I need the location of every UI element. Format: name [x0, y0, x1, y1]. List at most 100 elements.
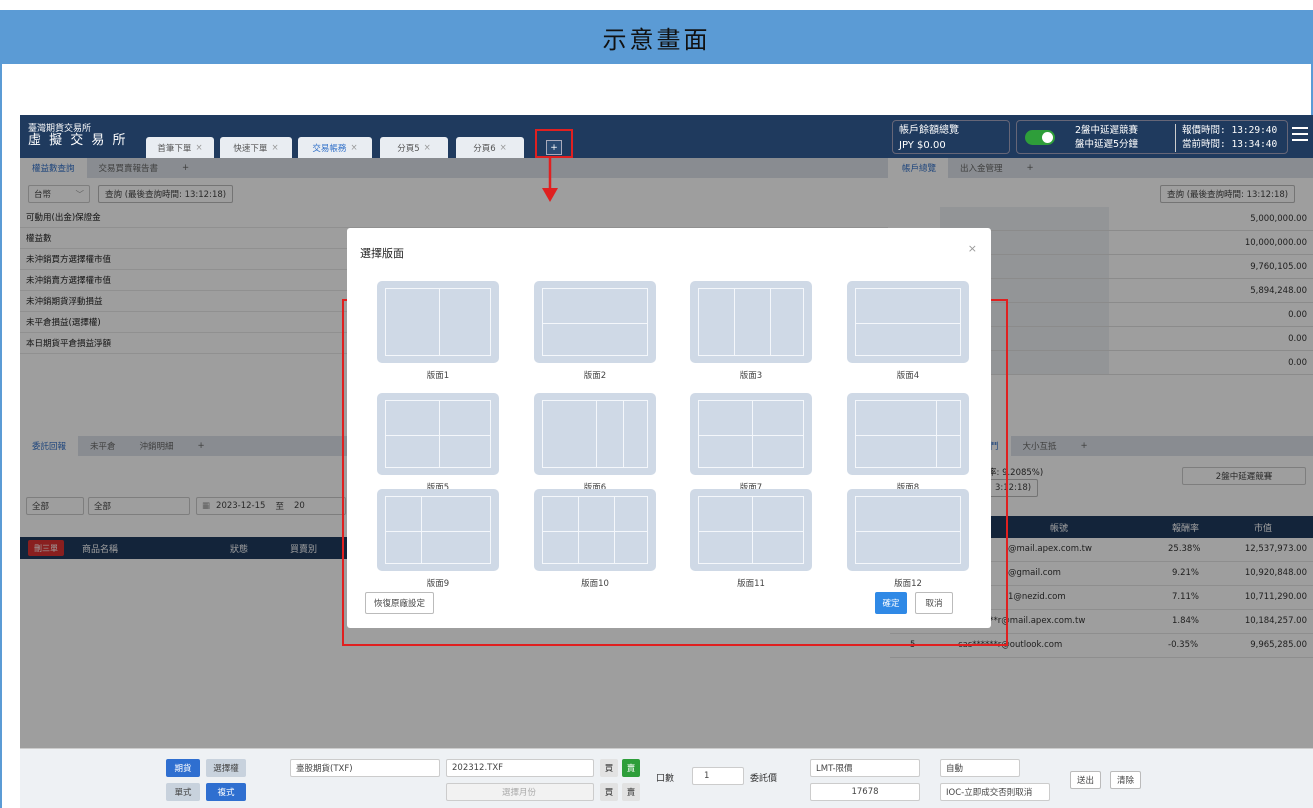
page-tab-label: 快速下單 — [233, 143, 268, 154]
close-icon[interactable]: × — [350, 143, 357, 153]
price-input[interactable]: 17678 — [810, 783, 920, 801]
sell-button[interactable]: 賣 — [622, 759, 640, 777]
layout-option-7[interactable] — [690, 393, 812, 475]
layout-preview — [855, 400, 961, 468]
app-window: 臺灣期貨交易所 虛 擬 交 易 所 首筆下單 × 快速下單 × 交易帳務 × 分頁5 ×… — [20, 115, 1313, 808]
product-select[interactable]: 臺股期貨(TXF) — [290, 759, 440, 777]
layout-option-2[interactable] — [534, 281, 656, 363]
layout-option-12[interactable] — [847, 489, 969, 571]
layout-preview — [698, 400, 804, 468]
layout-divider — [699, 435, 803, 436]
layout-option-10[interactable] — [534, 489, 656, 571]
layout-divider — [856, 531, 960, 532]
page-tab-1[interactable]: 首筆下單 × — [146, 137, 214, 158]
layout-option-3[interactable] — [690, 281, 812, 363]
layout-option-5[interactable] — [377, 393, 499, 475]
delay-minutes: 盤中延遲5分鐘 — [1075, 139, 1139, 150]
layout-preview — [855, 496, 961, 564]
page-tab-label: 分頁5 — [397, 143, 420, 154]
close-icon[interactable]: × — [500, 143, 507, 153]
delay-info: 2盤中延遲競賽 盤中延遲5分鐘 — [1075, 124, 1138, 152]
layout-divider — [856, 435, 960, 436]
price-label: 委託價 — [750, 774, 778, 784]
close-icon[interactable]: × — [271, 143, 278, 153]
close-icon[interactable]: × — [968, 242, 977, 255]
futures-button[interactable]: 期貨 — [166, 759, 200, 777]
account-balance: 帳戶餘額總覽 JPY $0.00 — [892, 120, 1010, 154]
layout-divider — [386, 531, 490, 532]
account-title: 帳戶餘額總覽 — [899, 125, 959, 136]
layout-option-4[interactable] — [847, 281, 969, 363]
qty-input[interactable]: 1 — [692, 767, 744, 785]
layout-preview — [385, 288, 491, 356]
layout-preview — [542, 288, 648, 356]
layout-label: 版面11 — [737, 579, 765, 589]
quote-time: 13:29:40 — [1231, 125, 1278, 136]
reset-button[interactable]: 恢復原廠設定 — [365, 592, 435, 614]
page-tab-label: 首筆下單 — [157, 143, 192, 154]
logo-line2: 虛 擬 交 易 所 — [28, 133, 128, 148]
layout-preview — [698, 288, 804, 356]
layout-label: 版面12 — [894, 579, 922, 589]
order-type-select[interactable]: LMT-限價 — [810, 759, 920, 777]
auto-value: 自動 — [946, 764, 964, 774]
delay-toggle[interactable] — [1025, 130, 1055, 145]
time-info: 報價時間: 13:29:40 當前時間: 13:34:40 — [1175, 124, 1277, 152]
order-bar: 期貨 選擇權 單式 複式 臺股期貨(TXF) 202312.TXF 選擇月份 買… — [20, 748, 1313, 808]
buy-button[interactable]: 買 — [600, 759, 618, 777]
layout-divider — [543, 531, 647, 532]
order-type-value: LMT-限價 — [816, 764, 853, 774]
close-icon[interactable]: × — [195, 143, 202, 153]
price-value: 17678 — [851, 787, 879, 797]
layout-divider — [614, 497, 615, 563]
layout-option-6[interactable] — [534, 393, 656, 475]
layout-divider — [439, 289, 440, 355]
single-button[interactable]: 單式 — [166, 783, 200, 801]
page-tab-2[interactable]: 快速下單 × — [220, 137, 292, 158]
layout-preview — [542, 496, 648, 564]
layout-label: 版面2 — [583, 371, 607, 381]
page-tab-5[interactable]: 分頁6 × — [456, 137, 524, 158]
banner-title: 示意畫面 — [0, 10, 1313, 64]
layout-divider — [699, 531, 803, 532]
layout-divider — [439, 401, 440, 467]
page-tab-4[interactable]: 分頁5 × — [380, 137, 448, 158]
layout-label: 版面10 — [581, 579, 609, 589]
auto-select[interactable]: 自動 — [940, 759, 1020, 777]
confirm-button[interactable]: 確定 — [875, 592, 907, 614]
sell-button-2[interactable]: 賣 — [622, 783, 640, 801]
combo-button[interactable]: 複式 — [206, 783, 246, 801]
layout-preview — [698, 496, 804, 564]
close-icon[interactable]: × — [424, 143, 431, 153]
ioc-value: IOC-立即成交否則取消 — [946, 788, 1033, 798]
highlight-box-add-page — [535, 129, 573, 158]
month-select[interactable]: 選擇月份 — [446, 783, 594, 801]
layout-divider — [734, 289, 735, 355]
submit-button[interactable]: 送出 — [1070, 771, 1102, 789]
layout-option-9[interactable] — [377, 489, 499, 571]
layout-option-11[interactable] — [690, 489, 812, 571]
contract-select[interactable]: 202312.TXF — [446, 759, 594, 777]
status-panel: 2盤中延遲競賽 盤中延遲5分鐘 報價時間: 13:29:40 當前時間: 13:… — [1016, 120, 1288, 154]
qty-label: 口數 — [656, 774, 675, 784]
ioc-select[interactable]: IOC-立即成交否則取消 — [940, 783, 1050, 801]
layout-label: 版面3 — [739, 371, 763, 381]
buy-button-2[interactable]: 買 — [600, 783, 618, 801]
options-button[interactable]: 選擇權 — [206, 759, 246, 777]
layout-divider — [386, 435, 490, 436]
layout-preview — [542, 400, 648, 468]
product-value: 臺股期貨(TXF) — [296, 764, 353, 774]
layout-divider — [543, 323, 647, 324]
layout-label: 版面9 — [426, 579, 450, 589]
page-tab-3[interactable]: 交易帳務 × — [298, 137, 372, 158]
logo: 臺灣期貨交易所 虛 擬 交 易 所 — [28, 123, 128, 147]
layout-divider — [623, 401, 624, 467]
page-tab-label: 分頁6 — [473, 143, 496, 154]
quote-time-label: 報價時間: — [1182, 125, 1226, 136]
layout-option-1[interactable] — [377, 281, 499, 363]
hamburger-menu-icon[interactable] — [1292, 127, 1308, 141]
layout-option-8[interactable] — [847, 393, 969, 475]
cancel-button[interactable]: 取消 — [915, 592, 953, 614]
clear-button[interactable]: 清除 — [1110, 771, 1142, 789]
layout-divider — [856, 323, 960, 324]
